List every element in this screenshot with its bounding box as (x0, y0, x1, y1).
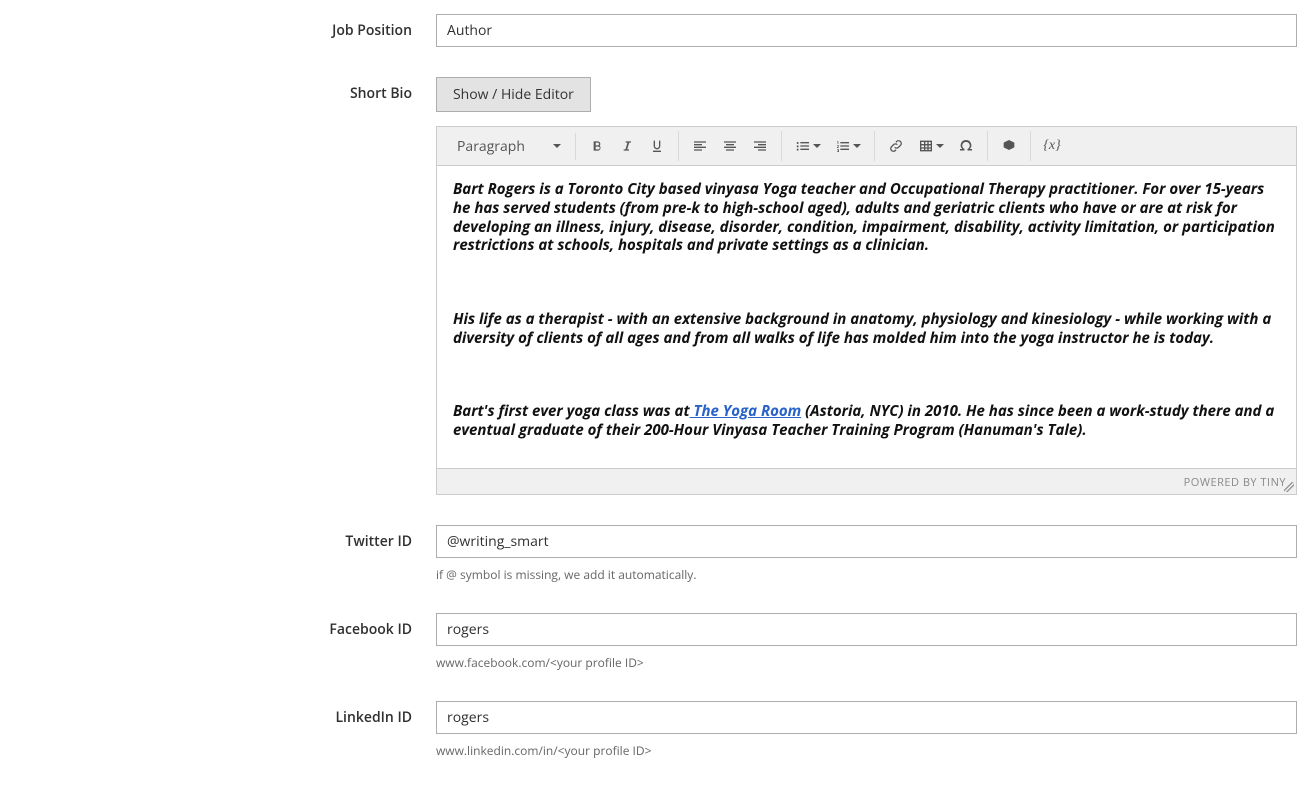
label-linkedin: LinkedIn ID (16, 701, 436, 727)
align-center-button[interactable] (715, 131, 745, 161)
facebook-help-text: www.facebook.com/<your profile ID> (436, 654, 1297, 671)
editor-toolbar: Paragraph (437, 127, 1296, 166)
facebook-input[interactable] (436, 613, 1297, 646)
row-short-bio: Short Bio Show / Hide Editor Paragraph (0, 77, 1313, 495)
row-twitter: Twitter ID if @ symbol is missing, we ad… (0, 525, 1313, 583)
rich-text-editor: Paragraph (436, 126, 1297, 495)
linkedin-input[interactable] (436, 701, 1297, 734)
chevron-down-icon (553, 144, 561, 148)
powered-by-tiny[interactable]: POWERED BY TINY (1184, 475, 1286, 490)
editor-footer: POWERED BY TINY (437, 468, 1296, 494)
label-short-bio: Short Bio (16, 77, 436, 103)
numbered-list-button[interactable] (828, 131, 868, 161)
table-button[interactable] (911, 131, 951, 161)
yoga-room-link[interactable]: The Yoga Room (690, 401, 802, 421)
job-position-input[interactable] (436, 14, 1297, 47)
widget-button[interactable] (994, 131, 1024, 161)
variable-button[interactable]: {x} (1037, 131, 1067, 161)
bold-button[interactable] (582, 131, 612, 161)
toggle-editor-button[interactable]: Show / Hide Editor (436, 77, 591, 112)
row-facebook: Facebook ID www.facebook.com/<your profi… (0, 613, 1313, 671)
italic-button[interactable] (612, 131, 642, 161)
bio-paragraph: Bart's first ever yoga class was at The … (453, 402, 1280, 440)
twitter-help-text: if @ symbol is missing, we add it automa… (436, 566, 1297, 583)
align-right-button[interactable] (745, 131, 775, 161)
chevron-down-icon (853, 144, 861, 148)
twitter-input[interactable] (436, 525, 1297, 558)
chevron-down-icon (813, 144, 821, 148)
row-job-position: Job Position (0, 14, 1313, 47)
format-select[interactable]: Paragraph (449, 133, 569, 160)
row-linkedin: LinkedIn ID www.linkedin.com/in/<your pr… (0, 701, 1313, 759)
bullet-list-button[interactable] (788, 131, 828, 161)
chevron-down-icon (936, 144, 944, 148)
underline-button[interactable] (642, 131, 672, 161)
bio-paragraph: Bart Rogers is a Toronto City based viny… (453, 180, 1280, 255)
align-left-button[interactable] (685, 131, 715, 161)
label-twitter: Twitter ID (16, 525, 436, 551)
linkedin-help-text: www.linkedin.com/in/<your profile ID> (436, 742, 1297, 759)
format-select-label: Paragraph (457, 137, 525, 156)
label-facebook: Facebook ID (16, 613, 436, 639)
label-job-position: Job Position (16, 14, 436, 40)
editor-body[interactable]: Bart Rogers is a Toronto City based viny… (437, 166, 1296, 468)
resize-handle[interactable] (1284, 482, 1294, 492)
bio-paragraph: His life as a therapist - with an extens… (453, 310, 1280, 348)
link-button[interactable] (881, 131, 911, 161)
special-char-button[interactable] (951, 131, 981, 161)
